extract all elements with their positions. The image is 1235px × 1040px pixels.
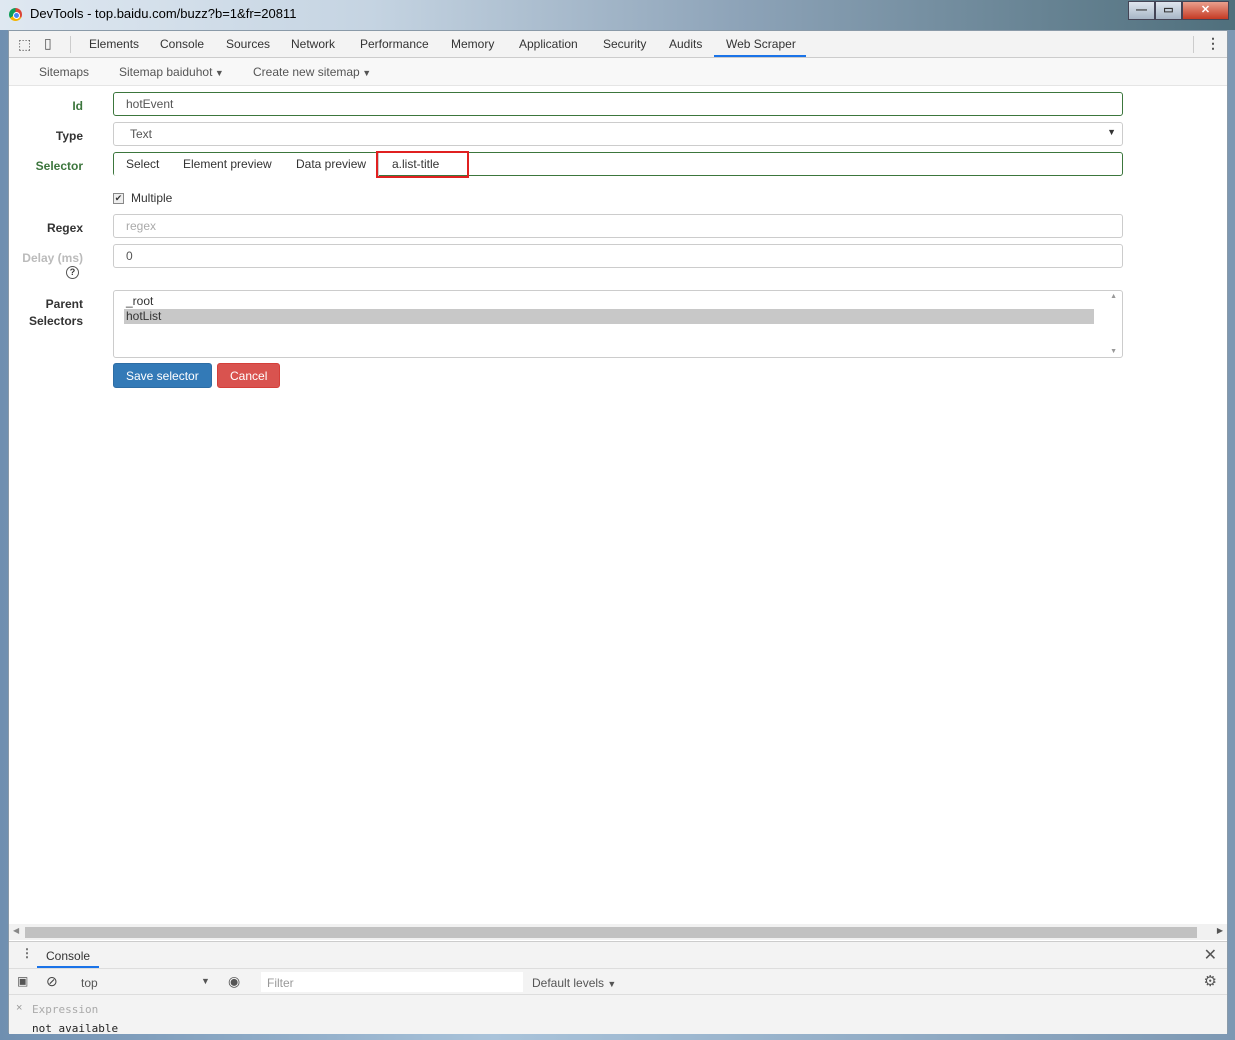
console-drawer: ⋮ Console ✕ ▣ ⊘ top ▼ ◉ Filter Default l… — [9, 941, 1227, 1035]
console-toolbar: ▣ ⊘ top ▼ ◉ Filter Default levels ▼ ⚙ — [9, 968, 1227, 995]
scroll-up-icon[interactable]: ▲ — [1110, 293, 1117, 300]
selector-input[interactable]: a.list-title — [376, 151, 469, 178]
sitemap-dropdown[interactable]: Sitemap baiduhot ▼ — [119, 65, 224, 79]
scroll-down-icon[interactable]: ▼ — [1110, 348, 1117, 355]
sitemaps-link[interactable]: Sitemaps — [39, 65, 89, 79]
caret-down-icon: ▼ — [607, 979, 617, 989]
scroll-left-icon[interactable]: ◀ — [13, 926, 19, 935]
device-toolbar-icon[interactable]: ▯ — [44, 35, 52, 52]
type-label: Type — [55, 129, 83, 143]
regex-input[interactable]: regex — [113, 214, 1123, 238]
context-dropdown-icon[interactable]: ▼ — [201, 976, 210, 986]
maximize-button[interactable]: ▭ — [1155, 1, 1182, 20]
multiple-checkbox[interactable]: ✔ — [113, 192, 124, 204]
scraper-nav: Sitemaps Sitemap baiduhot ▼ Create new s… — [9, 58, 1227, 86]
tab-network[interactable]: Network — [291, 37, 335, 51]
chrome-icon — [9, 8, 22, 21]
active-tab-indicator — [714, 55, 806, 57]
selector-group: Select Element preview Data preview a.li… — [113, 151, 1123, 178]
log-levels-dropdown[interactable]: Default levels ▼ — [532, 976, 616, 990]
caret-down-icon: ▼ — [212, 68, 224, 78]
close-window-button[interactable]: ✕ — [1182, 1, 1229, 20]
data-preview-button[interactable]: Data preview — [284, 153, 380, 177]
tab-web-scraper[interactable]: Web Scraper — [726, 37, 796, 51]
expression-value: not available — [32, 1022, 119, 1035]
delay-input[interactable]: 0 — [113, 244, 1123, 268]
dropdown-arrow-icon: ▼ — [1107, 127, 1116, 137]
scrollbar-thumb[interactable] — [25, 927, 1197, 938]
remove-expression-icon[interactable]: × — [16, 1002, 22, 1014]
tab-audits[interactable]: Audits — [669, 37, 702, 51]
parent-selectors-label-1: Parent — [45, 297, 83, 311]
window-title: DevTools - top.baidu.com/buzz?b=1&fr=208… — [30, 6, 297, 21]
cancel-button[interactable]: Cancel — [217, 363, 281, 388]
clear-console-icon[interactable]: ⊘ — [46, 973, 58, 990]
watch-expression[interactable]: Expression — [32, 1003, 98, 1016]
tab-sources[interactable]: Sources — [226, 37, 270, 51]
parent-option-hotlist[interactable]: hotList — [124, 309, 1094, 324]
element-preview-button[interactable]: Element preview — [171, 153, 285, 177]
save-selector-button[interactable]: Save selector — [113, 363, 212, 388]
multiple-label: Multiple — [131, 191, 173, 205]
minimize-button[interactable]: — — [1128, 1, 1155, 20]
sitemap-label: Sitemap baiduhot — [119, 65, 213, 79]
parent-selectors-label-2: Selectors — [28, 314, 83, 328]
delay-label: Delay (ms) — [22, 251, 83, 265]
create-sitemap-dropdown[interactable]: Create new sitemap ▼ — [253, 65, 371, 79]
tab-application[interactable]: Application — [519, 37, 578, 51]
window-title-bar: DevTools - top.baidu.com/buzz?b=1&fr=208… — [0, 0, 1235, 30]
tab-console[interactable]: Console — [160, 37, 204, 51]
filter-input[interactable]: Filter — [261, 972, 523, 992]
type-value: Text — [130, 127, 153, 141]
select-button[interactable]: Select — [114, 153, 173, 177]
console-drawer-tab[interactable]: Console — [46, 949, 90, 963]
regex-label: Regex — [46, 221, 83, 235]
context-select[interactable]: top — [81, 976, 98, 990]
close-drawer-icon[interactable]: ✕ — [1204, 945, 1217, 965]
more-options-icon[interactable]: ⋮ — [1206, 35, 1220, 52]
create-sitemap-label: Create new sitemap — [253, 65, 360, 79]
selector-label: Selector — [35, 159, 83, 173]
inspect-element-icon[interactable]: ⬚ — [18, 36, 31, 53]
scroll-right-icon[interactable]: ▶ — [1217, 926, 1223, 935]
type-select[interactable]: Text ▼ — [113, 122, 1123, 146]
devtools-window: ⬚ ▯ Elements Console Sources Network Per… — [8, 30, 1228, 1035]
settings-gear-icon[interactable]: ⚙ — [1204, 972, 1217, 990]
devtools-tab-bar: ⬚ ▯ Elements Console Sources Network Per… — [9, 31, 1227, 58]
caret-down-icon: ▼ — [359, 68, 372, 78]
tab-memory[interactable]: Memory — [451, 37, 494, 51]
log-levels-label: Default levels — [532, 976, 605, 990]
parent-option-root[interactable]: _root — [126, 294, 1094, 309]
help-icon[interactable]: ? — [66, 266, 79, 279]
parent-selectors-list[interactable]: _root hotList ▲ ▼ — [113, 290, 1123, 358]
eye-icon[interactable]: ◉ — [228, 973, 240, 990]
id-label: Id — [72, 99, 83, 113]
tab-elements[interactable]: Elements — [89, 37, 139, 51]
horizontal-scrollbar[interactable]: ◀ ▶ — [9, 924, 1227, 940]
tab-performance[interactable]: Performance — [360, 37, 429, 51]
id-input[interactable]: hotEvent — [113, 92, 1123, 116]
drawer-menu-icon[interactable]: ⋮ — [21, 946, 33, 960]
multiple-checkbox-row[interactable]: ✔ Multiple — [113, 191, 172, 205]
tab-security[interactable]: Security — [603, 37, 646, 51]
show-sidebar-icon[interactable]: ▣ — [17, 974, 28, 988]
